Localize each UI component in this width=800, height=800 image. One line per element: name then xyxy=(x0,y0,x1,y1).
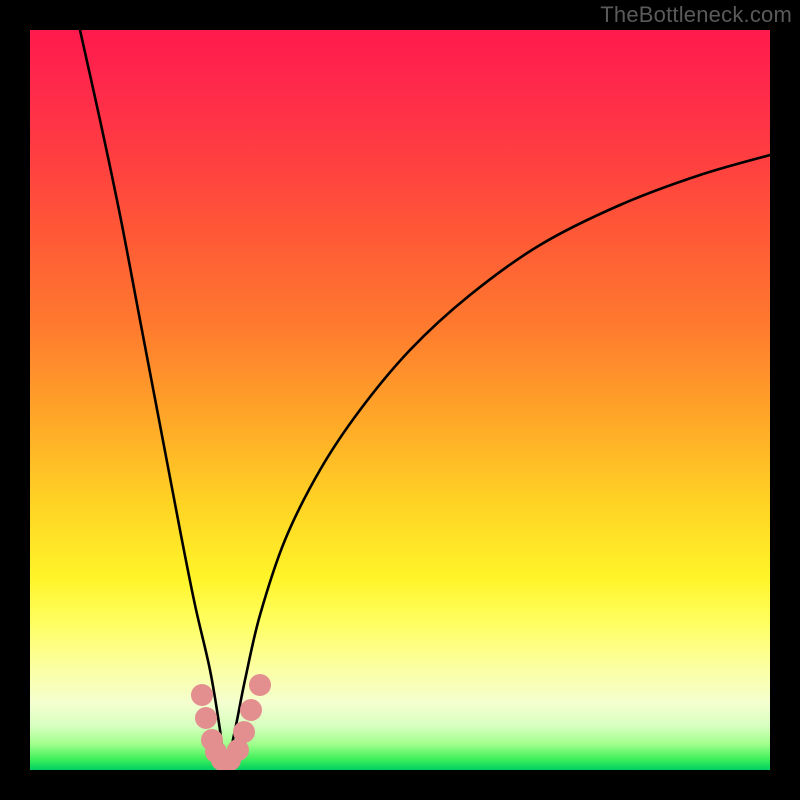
bottleneck-curve-path xyxy=(80,30,770,770)
marker-dot xyxy=(249,674,271,696)
plot-area xyxy=(30,30,770,770)
chart-frame: TheBottleneck.com xyxy=(0,0,800,800)
marker-group xyxy=(191,674,271,770)
watermark-text: TheBottleneck.com xyxy=(600,2,792,28)
marker-dot xyxy=(191,684,213,706)
marker-dot xyxy=(240,699,262,721)
marker-dot xyxy=(233,721,255,743)
marker-dot xyxy=(195,707,217,729)
curve-svg xyxy=(30,30,770,770)
